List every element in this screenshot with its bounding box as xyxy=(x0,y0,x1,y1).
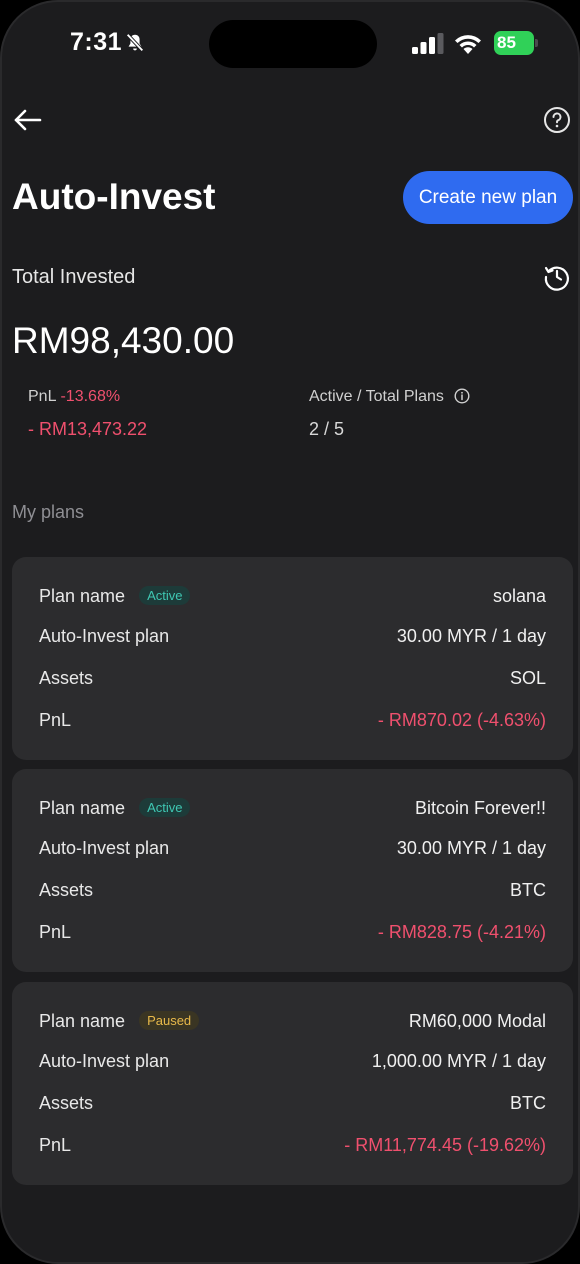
battery-cap xyxy=(535,39,538,47)
plan-name-row: Plan name Active Bitcoin Forever!! xyxy=(39,798,546,824)
plan-name-label-text: Plan name xyxy=(39,1011,126,1031)
pnl-row: PnL - RM870.02 (-4.63%) xyxy=(39,710,546,736)
assets-value: SOL xyxy=(509,668,546,688)
status-bar: 7:31 85 xyxy=(2,2,578,82)
status-badge: Active xyxy=(139,798,191,817)
plan-name-label-text: Plan name xyxy=(39,798,126,818)
auto-invest-plan-row: Auto-Invest plan 30.00 MYR / 1 day xyxy=(39,838,546,864)
auto-invest-plan-label: Auto-Invest plan xyxy=(39,1051,170,1071)
assets-row: Assets BTC xyxy=(39,1093,546,1119)
pnl-label: PnL xyxy=(39,710,72,730)
pnl-summary-label: PnL -13.68% xyxy=(28,388,120,406)
dynamic-island xyxy=(209,20,377,68)
auto-invest-plan-label: Auto-Invest plan xyxy=(39,838,170,858)
auto-invest-plan-value: 1,000.00 MYR / 1 day xyxy=(371,1051,546,1071)
assets-row: Assets SOL xyxy=(39,668,546,694)
pnl-label-text: PnL xyxy=(28,388,57,405)
pnl-row: PnL - RM828.75 (-4.21%) xyxy=(39,922,546,948)
wifi-icon xyxy=(455,35,481,54)
total-invested-value: RM98,430.00 xyxy=(12,320,235,361)
status-time: 7:31 xyxy=(70,28,123,56)
pnl-value: - RM11,774.45 (-19.62%) xyxy=(344,1135,546,1155)
bell-slash-icon xyxy=(126,33,144,52)
page-title: Auto-Invest xyxy=(12,176,216,217)
assets-value: BTC xyxy=(510,1093,546,1113)
plan-name-label: Plan name Active xyxy=(39,798,191,819)
assets-label: Assets xyxy=(39,880,94,900)
pnl-percent: -13.68% xyxy=(60,388,121,405)
pnl-row: PnL - RM11,774.45 (-19.62%) xyxy=(39,1135,546,1161)
auto-invest-plan-value: 30.00 MYR / 1 day xyxy=(396,838,546,858)
pnl-summary-value: - RM13,473.22 xyxy=(28,419,148,439)
plan-name-value: solana xyxy=(492,586,546,606)
battery-level: 85 xyxy=(497,33,516,52)
plan-name-row: Plan name Active solana xyxy=(39,586,546,612)
create-new-plan-button[interactable]: Create new plan xyxy=(403,171,573,224)
total-invested-label: Total Invested xyxy=(12,266,136,288)
plan-card[interactable]: Plan name Active Bitcoin Forever!! Auto-I… xyxy=(12,769,573,972)
auto-invest-plan-row: Auto-Invest plan 30.00 MYR / 1 day xyxy=(39,626,546,652)
auto-invest-plan-row: Auto-Invest plan 1,000.00 MYR / 1 day xyxy=(39,1051,546,1077)
help-icon[interactable] xyxy=(542,105,572,135)
pnl-label: PnL xyxy=(39,922,72,942)
history-icon[interactable] xyxy=(542,262,572,292)
my-plans-heading: My plans xyxy=(12,502,85,522)
plan-name-label: Plan name Active xyxy=(39,586,191,607)
active-total-plans-label: Active / Total Plans xyxy=(309,388,470,406)
pnl-value: - RM828.75 (-4.21%) xyxy=(377,922,546,942)
plan-card[interactable]: Plan name Paused RM60,000 Modal Auto-Inve… xyxy=(12,982,573,1185)
battery-body: 85 xyxy=(494,31,534,55)
plan-name-value: Bitcoin Forever!! xyxy=(414,798,546,818)
plan-name-value: RM60,000 Modal xyxy=(408,1011,546,1031)
assets-label: Assets xyxy=(39,668,94,688)
auto-invest-plan-value: 30.00 MYR / 1 day xyxy=(396,626,546,646)
assets-value: BTC xyxy=(510,880,546,900)
status-badge: Active xyxy=(139,586,191,605)
active-total-plans-text: Active / Total Plans xyxy=(309,388,444,405)
auto-invest-plan-label: Auto-Invest plan xyxy=(39,626,170,646)
assets-label: Assets xyxy=(39,1093,94,1113)
signal-icon xyxy=(412,33,444,54)
phone-screen: 7:31 85 Auto-Invest Create new plan Tota… xyxy=(0,0,580,1264)
pnl-value: - RM870.02 (-4.63%) xyxy=(377,710,546,730)
pnl-label: PnL xyxy=(39,1135,72,1155)
status-badge: Paused xyxy=(139,1011,200,1030)
assets-row: Assets BTC xyxy=(39,880,546,906)
plan-name-label-text: Plan name xyxy=(39,586,126,606)
active-total-plans-value: 2 / 5 xyxy=(309,419,345,439)
plan-name-row: Plan name Paused RM60,000 Modal xyxy=(39,1011,546,1037)
battery-icon: 85 xyxy=(494,31,538,55)
plan-name-label: Plan name Paused xyxy=(39,1011,200,1032)
info-icon[interactable] xyxy=(454,388,470,404)
back-arrow-icon[interactable] xyxy=(12,104,44,136)
plan-card[interactable]: Plan name Active solana Auto-Invest plan … xyxy=(12,557,573,760)
